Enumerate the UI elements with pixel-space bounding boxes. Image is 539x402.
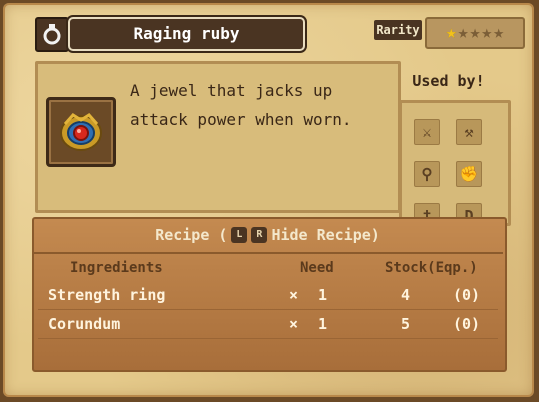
staff-icon: ⚲ [414,161,440,187]
times-sign: × [289,315,299,333]
sword-icon: ⚔ [414,119,440,145]
rarity-star-icon: ★ [493,22,505,43]
item-icon [46,97,116,167]
used-by-title: Used by! [412,72,485,90]
description-line-1: A jewel that jacks up [130,81,333,100]
recipe-title: Recipe ( [155,226,228,244]
used-by-panel: ⚔ ⚒ ⚲ ✊ † D [399,100,511,226]
r-button-icon: R [251,227,268,243]
dual-icon: ⚒ [456,119,482,145]
rarity-stars: ★ ★ ★ ★ ★ [425,17,525,49]
ingredient-name: Strength ring [48,286,166,304]
recipe-row: Corundum × 1 5 (0) [38,311,498,339]
times-sign: × [289,286,299,304]
l-button-icon: L [231,227,248,243]
need-count: 1 [318,315,328,333]
rarity-star-icon: ★ [469,22,481,43]
recipe-header: Recipe ( L R Hide Recipe) [32,218,503,254]
column-ingredients: Ingredients [70,260,163,276]
fist-icon: ✊ [456,161,482,187]
equipped-count: (0) [453,315,481,333]
stock-count: 4 [401,286,411,304]
ingredient-name: Corundum [48,315,121,333]
equipped-count: (0) [453,286,481,304]
item-description: A jewel that jacks up attack power when … [130,76,380,134]
hide-recipe-toggle[interactable]: Hide Recipe) [271,226,379,244]
need-count: 1 [318,286,328,304]
rarity-star-icon: ★ [457,22,469,43]
recipe-row: Strength ring × 1 4 (0) [38,282,498,310]
column-need: Need [300,260,334,276]
rarity-star-icon: ★ [481,22,493,43]
raging-ruby-icon [60,113,102,151]
column-stock: Stock(Eqp.) [385,260,478,276]
stock-count: 5 [401,315,411,333]
rarity-label: Rarity [374,20,422,40]
accessory-category-icon [35,17,69,52]
description-line-2: attack power when worn. [130,110,352,129]
item-name: Raging ruby [68,17,305,51]
rarity-star-icon: ★ [445,22,457,43]
